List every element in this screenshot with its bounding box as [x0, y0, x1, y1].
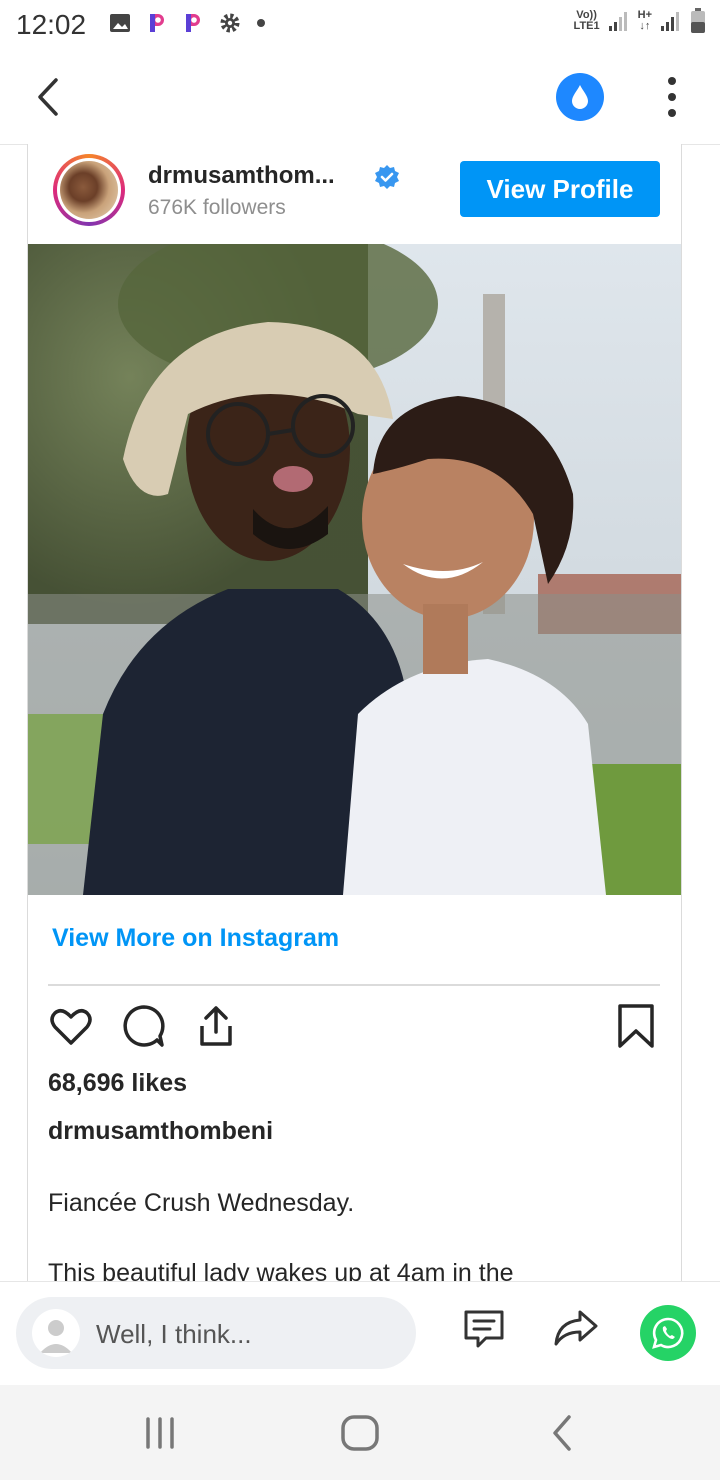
post-photo[interactable] — [28, 244, 681, 895]
whatsapp-icon — [652, 1317, 684, 1349]
p-app-icon — [150, 14, 164, 32]
like-count: 68,696 likes — [48, 1069, 188, 1097]
comment-input[interactable]: Well, I think... — [16, 1297, 416, 1369]
gear-icon — [220, 13, 240, 33]
status-bar: 12:02 Vo)) LTE1 H+ ↓↑ — [0, 0, 720, 50]
caption-username[interactable]: drmusamthombeni — [48, 1117, 273, 1146]
user-avatar-icon — [32, 1309, 80, 1357]
heart-icon[interactable] — [47, 1002, 95, 1050]
volte-label: Vo)) LTE1 — [574, 10, 600, 32]
comment-bar: Well, I think... — [0, 1281, 720, 1386]
share-icon[interactable] — [192, 1002, 240, 1050]
forward-share-icon[interactable] — [552, 1304, 600, 1352]
system-nav-bar — [0, 1385, 720, 1480]
signal-icon-2 — [661, 12, 679, 31]
notification-icons — [108, 11, 266, 35]
instagram-embed-card: drmusamthom... 676K followers View Profi… — [27, 144, 682, 1284]
comment-icon[interactable] — [120, 1002, 168, 1050]
water-drop-icon — [572, 85, 588, 109]
recent-apps-icon[interactable] — [140, 1413, 180, 1453]
nav-back-icon[interactable] — [543, 1413, 583, 1453]
profile-username[interactable]: drmusamthom... — [148, 162, 335, 190]
view-more-link[interactable]: View More on Instagram — [52, 924, 339, 953]
status-time: 12:02 — [16, 9, 87, 40]
comments-icon[interactable] — [460, 1304, 508, 1352]
battery-icon — [691, 8, 705, 33]
divider — [48, 984, 660, 986]
signal-icon — [608, 12, 627, 31]
verified-badge-icon — [375, 165, 399, 189]
more-vertical-icon[interactable] — [654, 74, 690, 120]
lte-text: LTE1 — [573, 20, 600, 32]
view-profile-button[interactable]: View Profile — [460, 161, 660, 217]
p-app-icon-2 — [186, 14, 200, 32]
app-bar — [0, 50, 720, 145]
home-icon[interactable] — [340, 1413, 380, 1453]
profile-avatar[interactable] — [53, 154, 125, 226]
follower-count: 676K followers — [148, 196, 286, 219]
dot-icon — [257, 19, 265, 27]
bookmark-icon[interactable] — [612, 1002, 660, 1050]
whatsapp-button[interactable] — [640, 1305, 696, 1361]
comment-placeholder: Well, I think... — [96, 1319, 252, 1349]
caption-text: Fiancée Crush Wednesday. — [48, 1189, 355, 1217]
hplus-label: H+ ↓↑ — [637, 9, 652, 32]
back-arrow-icon[interactable] — [32, 74, 72, 120]
gallery-icon — [110, 14, 130, 32]
system-icons: Vo)) LTE1 H+ ↓↑ — [574, 8, 706, 34]
water-drop-button[interactable] — [556, 73, 604, 121]
